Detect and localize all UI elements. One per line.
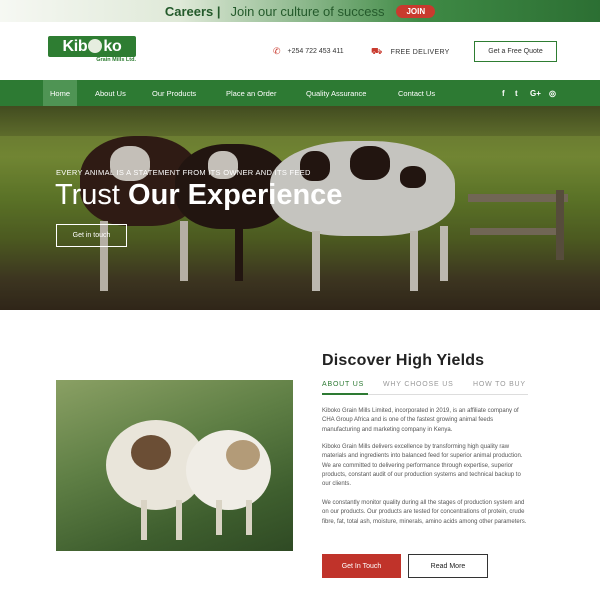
tab-why-choose-us[interactable]: WHY CHOOSE US: [383, 381, 454, 388]
join-button[interactable]: JOIN: [396, 4, 436, 18]
logo-subtitle: Grain Mills Ltd.: [96, 57, 136, 63]
active-tab-indicator: [322, 393, 368, 395]
tab-about-us[interactable]: ABOUT US: [322, 381, 364, 388]
facebook-icon[interactable]: f: [502, 80, 505, 106]
nav-item-quality-assurance[interactable]: Quality Assurance: [306, 80, 366, 106]
read-more-button[interactable]: Read More: [408, 554, 488, 578]
nav-item-our-products[interactable]: Our Products: [152, 80, 196, 106]
delivery-info: ⛟ FREE DELIVERY: [371, 46, 450, 58]
hero-get-in-touch-button[interactable]: Get in touch: [56, 224, 127, 247]
nav-item-contact-us[interactable]: Contact Us: [398, 80, 435, 106]
section-title: Discover High Yields: [322, 352, 485, 369]
google-plus-icon[interactable]: G+: [530, 80, 541, 106]
hero-headline: Trust Our Experience: [55, 179, 343, 211]
phone-number: +254 722 453 411: [287, 48, 344, 55]
about-paragraph: Kiboko Grain Mills delivers excellence b…: [322, 444, 523, 488]
nav-item-home[interactable]: Home: [43, 80, 78, 106]
nav-item-place-an-order[interactable]: Place an Order: [226, 80, 276, 106]
goats-photo: [56, 380, 293, 551]
kiboko-logo[interactable]: Kib ko Grain Mills Ltd.: [48, 36, 136, 66]
site-header: Kib ko Grain Mills Ltd. ✆ +254 722 453 41…: [0, 22, 600, 80]
truck-icon: ⛟: [371, 46, 383, 56]
about-tabs: ABOUT US WHY CHOOSE US HOW TO BUY: [322, 381, 528, 395]
hero-tagline: EVERY ANIMAL IS A STATEMENT FROM ITS OWN…: [56, 168, 311, 177]
twitter-icon[interactable]: t: [515, 80, 518, 106]
careers-banner: Careers | Join our culture of success JO…: [0, 0, 600, 22]
careers-label: Careers |: [164, 3, 221, 19]
hero-banner: EVERY ANIMAL IS A STATEMENT FROM ITS OWN…: [0, 106, 600, 310]
instagram-icon[interactable]: ◎: [549, 80, 556, 106]
free-quote-button[interactable]: Get a Free Quote: [474, 41, 557, 62]
get-in-touch-button[interactable]: Get In Touch: [322, 554, 401, 578]
tab-how-to-buy[interactable]: HOW TO BUY: [473, 381, 526, 388]
phone-contact[interactable]: ✆ +254 722 453 411: [273, 46, 344, 57]
delivery-label: FREE DELIVERY: [390, 48, 450, 56]
main-nav: Home About Us Our Products Place an Orde…: [0, 80, 600, 106]
leaf-icon: [88, 38, 103, 53]
about-paragraph: Kiboko Grain Mills Limited, incorporated…: [322, 408, 519, 433]
culture-text: Join our culture of success: [230, 3, 385, 19]
about-paragraph: We constantly monitor quality during all…: [322, 500, 527, 525]
phone-icon: ✆: [273, 46, 281, 56]
nav-item-about-us[interactable]: About Us: [95, 80, 126, 106]
